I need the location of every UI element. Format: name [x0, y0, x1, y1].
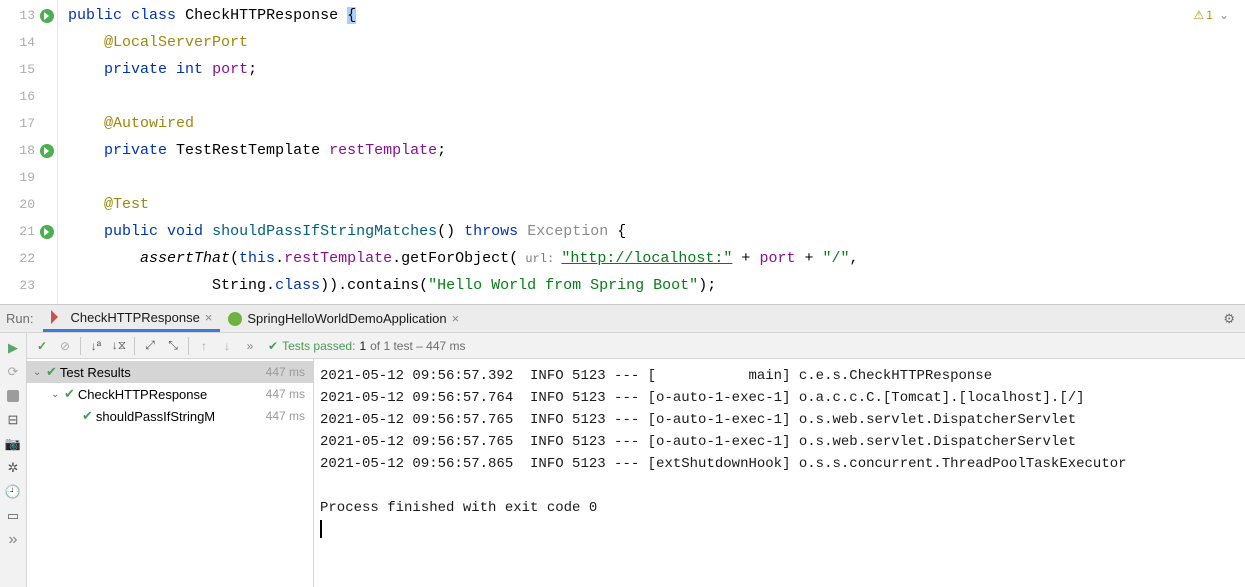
run-line-icon[interactable] — [39, 8, 55, 24]
check-icon: ✔ — [64, 386, 75, 402]
show-passed-button[interactable]: ✓ — [31, 335, 53, 357]
code-line-15[interactable]: private int port; — [68, 56, 1245, 83]
toggle-auto-test-button[interactable]: ⟳ — [2, 361, 24, 383]
rerun-button[interactable]: ▶ — [2, 337, 24, 359]
test-tree-row[interactable]: ⌄✔ Test Results 447 ms — [27, 361, 313, 383]
code-line-17[interactable]: @Autowired — [68, 110, 1245, 137]
gear-icon[interactable]: ⚙ — [1223, 311, 1235, 327]
warning-icon: ⚠ — [1193, 2, 1204, 29]
run-line-icon[interactable] — [39, 224, 55, 240]
test-label: shouldPassIfStringM — [96, 409, 215, 424]
run-toolbar: ✓ ⊘ ↓ª ↓⧖ ⤢ ⤡ ↑ ↓ » ✔ Tests passed: 1 of… — [27, 333, 1245, 359]
gutter-line[interactable]: 14 — [0, 29, 57, 56]
run-tab-label: SpringHelloWorldDemoApplication — [247, 311, 446, 326]
warning-indicator[interactable]: ⚠ 1 ⌄ — [1193, 2, 1229, 29]
settings-button[interactable]: ✲ — [2, 457, 24, 479]
check-icon: ✔ — [46, 364, 57, 380]
gutter-line[interactable]: 22 — [0, 245, 57, 272]
test-time: 447 ms — [266, 387, 305, 401]
code-line-19[interactable] — [68, 164, 1245, 191]
collapse-icon: ⌄ — [1219, 2, 1229, 29]
run-main: ✓ ⊘ ↓ª ↓⧖ ⤢ ⤡ ↑ ↓ » ✔ Tests passed: 1 of… — [27, 333, 1245, 587]
gutter-line[interactable]: 16 — [0, 83, 57, 110]
gutter-line[interactable]: 19 — [0, 164, 57, 191]
history-button[interactable]: 🕘 — [2, 481, 24, 503]
code-line-21[interactable]: public void shouldPassIfStringMatches() … — [68, 218, 1245, 245]
prev-test-button[interactable]: ↑ — [193, 335, 215, 357]
gutter-line[interactable]: 17 — [0, 110, 57, 137]
stop-button[interactable] — [2, 385, 24, 407]
test-label: Test Results — [60, 365, 131, 380]
run-content: ⌄✔ Test Results447 ms⌄✔ CheckHTTPRespons… — [27, 359, 1245, 587]
status-suffix: of 1 test – 447 ms — [370, 339, 465, 353]
code-line-23[interactable]: String.class)).contains("Hello World fro… — [68, 272, 1245, 299]
code-line-13[interactable]: public class CheckHTTPResponse { — [68, 2, 1245, 29]
code-line-22[interactable]: assertThat(this.restTemplate.getForObjec… — [68, 245, 1245, 272]
code-line-14[interactable]: @LocalServerPort — [68, 29, 1245, 56]
sort-duration-button[interactable]: ↓⧖ — [108, 335, 130, 357]
check-icon: ✔ — [82, 408, 93, 424]
run-tab[interactable]: SpringHelloWorldDemoApplication × — [220, 305, 467, 332]
gutter-line[interactable]: 13 — [0, 2, 57, 29]
run-body: ▶ ⟳ ⊟ 📷 ✲ 🕘 ▭ » ✓ ⊘ ↓ª ↓⧖ ⤢ ⤡ ↑ ↓ — [0, 333, 1245, 587]
test-tree-row[interactable]: ✔ shouldPassIfStringM 447 ms — [27, 405, 313, 427]
test-time: 447 ms — [266, 365, 305, 379]
layout-button[interactable]: ⊟ — [2, 409, 24, 431]
run-line-icon[interactable] — [39, 143, 55, 159]
gutter-line[interactable]: 18 — [0, 137, 57, 164]
chevron-down-icon[interactable]: ⌄ — [51, 389, 61, 400]
run-tab-label: CheckHTTPResponse — [70, 310, 199, 325]
code-line-18[interactable]: private TestRestTemplate restTemplate; — [68, 137, 1245, 164]
test-tree[interactable]: ⌄✔ Test Results447 ms⌄✔ CheckHTTPRespons… — [27, 359, 314, 587]
run-tab[interactable]: CheckHTTPResponse × — [43, 305, 220, 332]
close-icon[interactable]: × — [452, 311, 460, 326]
run-label: Run: — [6, 311, 33, 326]
show-ignored-button[interactable]: ⊘ — [54, 335, 76, 357]
status-count: 1 — [359, 339, 366, 353]
run-tabs: Run: CheckHTTPResponse×SpringHelloWorldD… — [0, 305, 1245, 333]
test-tree-row[interactable]: ⌄✔ CheckHTTPResponse 447 ms — [27, 383, 313, 405]
check-icon: ✔ — [268, 339, 278, 353]
gutter-line[interactable]: 20 — [0, 191, 57, 218]
warning-count: 1 — [1206, 2, 1213, 29]
gutter: 1314151617181920212223 — [0, 0, 58, 304]
test-label: CheckHTTPResponse — [78, 387, 207, 402]
expand-button[interactable]: » — [2, 529, 24, 551]
code-line-16[interactable] — [68, 83, 1245, 110]
next-test-button[interactable]: ↓ — [216, 335, 238, 357]
spring-icon — [228, 312, 242, 326]
close-icon[interactable]: × — [205, 310, 213, 325]
run-panel: Run: CheckHTTPResponse×SpringHelloWorldD… — [0, 304, 1245, 587]
gutter-line[interactable]: 23 — [0, 272, 57, 299]
status-prefix: Tests passed: — [282, 339, 355, 353]
expand-all-button[interactable]: ⤢ — [139, 335, 161, 357]
run-left-toolbar: ▶ ⟳ ⊟ 📷 ✲ 🕘 ▭ » — [0, 333, 27, 587]
gutter-line[interactable]: 15 — [0, 56, 57, 83]
more-button[interactable]: » — [239, 335, 261, 357]
test-status: ✔ Tests passed: 1 of 1 test – 447 ms — [268, 339, 466, 353]
code-line-20[interactable]: @Test — [68, 191, 1245, 218]
collapse-all-button[interactable]: ⤡ — [162, 335, 184, 357]
test-time: 447 ms — [266, 409, 305, 423]
pin-button[interactable]: 📷 — [2, 433, 24, 455]
sort-button[interactable]: ↓ª — [85, 335, 107, 357]
gutter-line[interactable]: 21 — [0, 218, 57, 245]
console-output[interactable]: 2021-05-12 09:56:57.392 INFO 5123 --- [ … — [314, 359, 1245, 587]
code-editor: 1314151617181920212223 ⚠ 1 ⌄ public clas… — [0, 0, 1245, 304]
chevron-down-icon[interactable]: ⌄ — [33, 367, 43, 378]
code-area[interactable]: ⚠ 1 ⌄ public class CheckHTTPResponse { @… — [58, 0, 1245, 304]
close-panel-button[interactable]: ▭ — [2, 505, 24, 527]
run-config-icon — [51, 310, 65, 324]
